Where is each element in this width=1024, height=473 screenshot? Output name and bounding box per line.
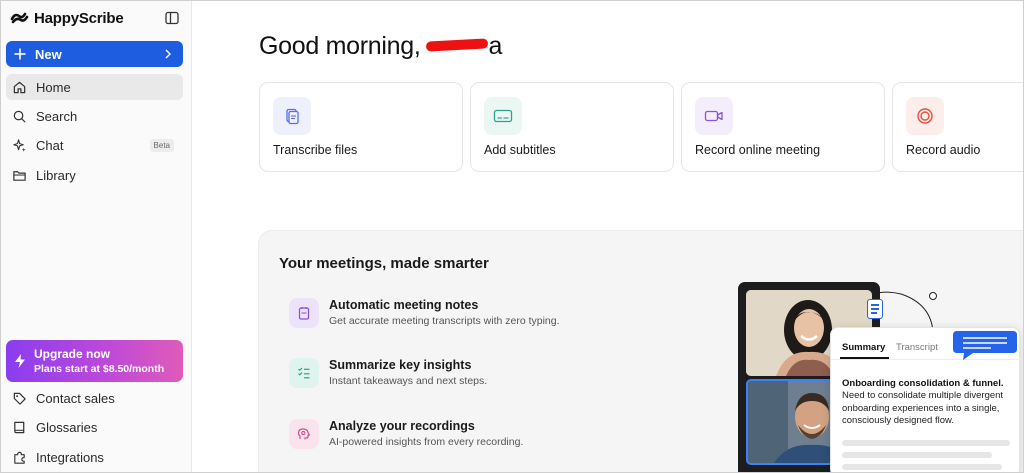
placeholder-line (842, 440, 1010, 446)
app-window: HappyScribe New Home Search Chat Beta Li… (0, 0, 1024, 473)
new-button[interactable]: New (6, 41, 183, 67)
folder-icon (13, 170, 26, 181)
greeting-tail: a (488, 32, 503, 60)
beta-badge: Beta (149, 139, 174, 152)
upgrade-title: Upgrade now (34, 347, 111, 361)
brand-name: HappyScribe (34, 9, 124, 27)
notes-icon (289, 298, 319, 328)
feature-summarize: Summarize key insights Instant takeaways… (289, 358, 629, 394)
meetings-panel-title: Your meetings, made smarter (279, 255, 489, 272)
sparkle-icon (13, 138, 26, 152)
sidebar-item-label: Library (36, 167, 76, 183)
chevron-right-icon (165, 49, 171, 59)
chat-bubble-icon (953, 331, 1017, 360)
feature-analyze: Analyze your recordings AI-powered insig… (289, 419, 629, 455)
sidebar-item-label: Contact sales (36, 390, 115, 406)
placeholder-line (842, 464, 1002, 470)
feature-meeting-notes: Automatic meeting notes Get accurate mee… (289, 298, 629, 334)
feature-description: Instant takeaways and next steps. (329, 375, 488, 387)
feature-title: Analyze your recordings (329, 419, 475, 433)
sidebar-item-library[interactable]: Library (6, 162, 183, 188)
checklist-icon (289, 358, 319, 388)
subtitles-icon (484, 97, 522, 135)
action-card-label: Record audio (906, 143, 981, 157)
redacted-name (426, 37, 489, 52)
feature-title: Summarize key insights (329, 358, 472, 372)
tab-summary[interactable]: Summary (842, 342, 885, 353)
sidebar-item-label: Home (36, 79, 71, 95)
placeholder-line (842, 452, 992, 458)
tag-icon (13, 392, 26, 405)
feature-description: AI-powered insights from every recording… (329, 436, 524, 448)
action-card-subtitles[interactable]: Add subtitles (470, 82, 674, 172)
tab-transcript[interactable]: Transcript (896, 342, 938, 353)
upgrade-subtitle: Plans start at $8.50/month (34, 363, 165, 375)
summary-body: Need to consolidate multiple divergent o… (842, 390, 1004, 426)
sidebar-item-contact-sales[interactable]: Contact sales (6, 385, 183, 411)
action-card-record-audio[interactable]: Record audio (892, 82, 1023, 172)
book-icon (14, 421, 25, 433)
lightning-icon (15, 354, 25, 368)
sidebar-item-integrations[interactable]: Integrations (6, 444, 183, 470)
feature-description: Get accurate meeting transcripts with ze… (329, 315, 560, 327)
sidebar-item-label: Chat (36, 137, 64, 153)
action-card-label: Record online meeting (695, 143, 821, 157)
brain-icon (289, 419, 319, 449)
sidebar-item-chat[interactable]: Chat Beta (6, 132, 183, 158)
action-card-label: Add subtitles (484, 143, 556, 157)
happyscribe-logo-icon (10, 12, 29, 24)
sidebar-item-label: Integrations (36, 449, 104, 465)
sidebar-item-home[interactable]: Home (6, 74, 183, 100)
sidebar-item-search[interactable]: Search (6, 103, 183, 129)
sidebar-item-label: Search (36, 108, 78, 124)
document-icon (273, 97, 311, 135)
greeting-heading: Good morning, a (259, 32, 502, 61)
sidebar: HappyScribe New Home Search Chat Beta Li… (1, 1, 192, 472)
video-camera-icon (695, 97, 733, 135)
action-card-label: Transcribe files (273, 143, 358, 157)
greeting-text: Good morning, (259, 32, 421, 60)
summary-heading: Onboarding consolidation & funnel. (842, 378, 1004, 389)
plus-icon (14, 48, 26, 60)
sidebar-toggle-icon[interactable] (164, 10, 180, 26)
search-icon (13, 110, 26, 123)
puzzle-icon (14, 451, 25, 464)
record-icon (906, 97, 944, 135)
document-badge-icon (867, 299, 883, 319)
new-button-label: New (35, 46, 62, 62)
sidebar-item-label: Glossaries (36, 419, 98, 435)
action-card-transcribe[interactable]: Transcribe files (259, 82, 463, 172)
sidebar-item-glossaries[interactable]: Glossaries (6, 414, 183, 440)
upgrade-banner[interactable]: Upgrade now Plans start at $8.50/month (6, 340, 183, 382)
brand-logo[interactable]: HappyScribe (10, 9, 124, 27)
home-icon (13, 81, 26, 93)
feature-title: Automatic meeting notes (329, 298, 479, 312)
action-card-record-meeting[interactable]: Record online meeting (681, 82, 885, 172)
